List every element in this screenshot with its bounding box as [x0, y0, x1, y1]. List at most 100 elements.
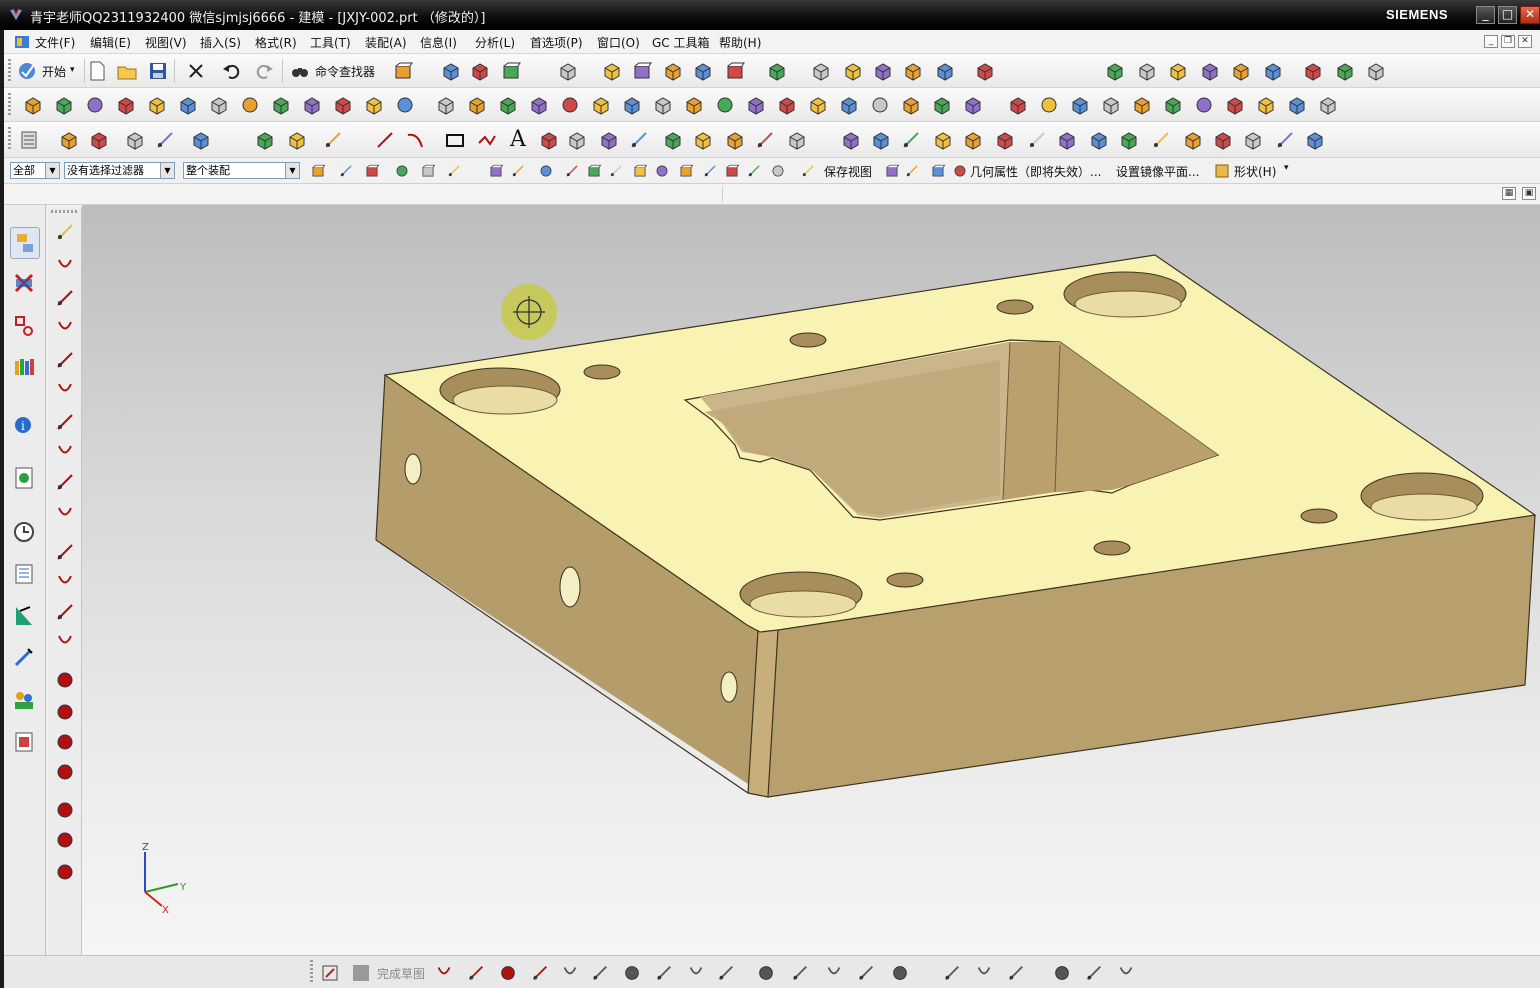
standard-tool-icon[interactable]: [601, 60, 623, 82]
surface-tool-icon[interactable]: [538, 129, 560, 151]
text-icon[interactable]: A: [510, 127, 526, 152]
selection-tool-icon[interactable]: [446, 163, 462, 179]
feature-tool-icon[interactable]: [652, 94, 674, 116]
sketch-tool-icon[interactable]: [622, 963, 642, 983]
sketch-curve-icon[interactable]: [54, 471, 76, 493]
maximize-button[interactable]: □: [1498, 6, 1517, 24]
selection-tool-icon[interactable]: [394, 163, 410, 179]
selection-tool-icon[interactable]: [338, 163, 354, 179]
standard-tool-icon[interactable]: [1262, 60, 1284, 82]
sketch-curve-icon[interactable]: [54, 571, 76, 593]
surface-tool-icon[interactable]: [1242, 129, 1264, 151]
feature-tool-icon[interactable]: [714, 94, 736, 116]
feature-tool-icon[interactable]: [466, 94, 488, 116]
selection-tool-icon[interactable]: [702, 163, 718, 179]
nx-app-icon[interactable]: [8, 7, 24, 23]
menu-help[interactable]: 帮助(H): [719, 34, 761, 51]
feature-tool-icon[interactable]: [1193, 94, 1215, 116]
process-studio-tab[interactable]: [10, 601, 40, 633]
sketch-curve-icon[interactable]: [54, 317, 76, 339]
menu-analysis[interactable]: 分析(L): [475, 34, 515, 51]
graphics-window[interactable]: Z Y X: [82, 205, 1540, 955]
roles-tab[interactable]: [10, 685, 40, 717]
standard-tool-icon[interactable]: [1365, 60, 1387, 82]
surface-tool-icon[interactable]: [322, 129, 344, 151]
surface-tool-icon[interactable]: [88, 129, 110, 151]
surface-tool-icon[interactable]: [870, 129, 892, 151]
cut-icon[interactable]: [185, 60, 207, 82]
new-icon[interactable]: [86, 60, 108, 82]
feature-tool-icon[interactable]: [1069, 94, 1091, 116]
surface-tool-icon[interactable]: [566, 129, 588, 151]
standard-tool-icon[interactable]: [1230, 60, 1252, 82]
sketch-tool-icon[interactable]: [856, 963, 876, 983]
selection-tool-icon[interactable]: [310, 163, 326, 179]
toolbar-grip[interactable]: [51, 210, 79, 213]
fullscreen-button[interactable]: ▣: [1522, 187, 1536, 200]
standard-tool-icon[interactable]: [724, 60, 746, 82]
surface-tool-icon[interactable]: [662, 129, 684, 151]
standard-tool-icon[interactable]: [392, 60, 414, 82]
menu-edit[interactable]: 编辑(E): [90, 34, 131, 51]
standard-tool-icon[interactable]: [500, 60, 522, 82]
sketch-curve-icon[interactable]: [54, 349, 76, 371]
start-icon[interactable]: [16, 60, 38, 82]
sketch-icon[interactable]: [320, 963, 340, 983]
feature-tool-icon[interactable]: [962, 94, 984, 116]
reuse-library-tab[interactable]: [10, 353, 40, 385]
sketch-curve-icon[interactable]: [54, 601, 76, 623]
sketch-tool-icon[interactable]: [1084, 963, 1104, 983]
sketch-curve-icon[interactable]: [54, 861, 76, 883]
binoculars-icon[interactable]: [289, 60, 311, 82]
toolbar-grip[interactable]: [8, 59, 11, 83]
standard-tool-icon[interactable]: [557, 60, 579, 82]
feature-tool-icon[interactable]: [1286, 94, 1308, 116]
sketch-tool-icon[interactable]: [498, 963, 518, 983]
standard-tool-icon[interactable]: [1104, 60, 1126, 82]
feature-tool-icon[interactable]: [435, 94, 457, 116]
sketch-tool-icon[interactable]: [1006, 963, 1026, 983]
open-icon[interactable]: [116, 60, 138, 82]
redo-icon[interactable]: [253, 60, 275, 82]
standard-tool-icon[interactable]: [842, 60, 864, 82]
feature-tool-icon[interactable]: [239, 94, 261, 116]
menu-information[interactable]: 信息(I): [420, 34, 457, 51]
manufacturing-wizards-tab[interactable]: [10, 643, 40, 675]
feature-tool-icon[interactable]: [1255, 94, 1277, 116]
selection-tool-icon[interactable]: [538, 163, 554, 179]
feature-tool-icon[interactable]: [528, 94, 550, 116]
feature-tool-icon[interactable]: [53, 94, 75, 116]
history-tab[interactable]: [10, 463, 40, 495]
surface-tool-icon[interactable]: [994, 129, 1016, 151]
surface-tool-icon[interactable]: [932, 129, 954, 151]
standard-tool-icon[interactable]: [974, 60, 996, 82]
menu-preferences[interactable]: 首选项(P): [530, 34, 583, 51]
sketch-tool-icon[interactable]: [590, 963, 610, 983]
set-mirror-plane-button[interactable]: 设置镜像平面...: [1116, 163, 1199, 180]
rectangle-icon[interactable]: [444, 129, 466, 151]
feature-tool-icon[interactable]: [559, 94, 581, 116]
sketch-tool-icon[interactable]: [560, 963, 580, 983]
sketch-curve-icon[interactable]: [54, 541, 76, 563]
standard-tool-icon[interactable]: [766, 60, 788, 82]
sketch-curve-icon[interactable]: [54, 503, 76, 525]
selection-tool-icon[interactable]: [608, 163, 624, 179]
feature-tool-icon[interactable]: [745, 94, 767, 116]
system-scenes-tab[interactable]: [10, 727, 40, 759]
selection-tool-icon[interactable]: [952, 163, 968, 179]
sketch-tool-icon[interactable]: [530, 963, 550, 983]
selection-tool-icon[interactable]: [884, 163, 900, 179]
part-navigator-tab[interactable]: [10, 311, 40, 343]
surface-tool-icon[interactable]: [124, 129, 146, 151]
selection-scope-select[interactable]: 全部 ▼: [10, 162, 60, 179]
standard-tool-icon[interactable]: [662, 60, 684, 82]
sketch-curve-icon[interactable]: [54, 669, 76, 691]
selection-tool-icon[interactable]: [510, 163, 526, 179]
finish-sketch-icon[interactable]: [351, 963, 371, 983]
standard-tool-icon[interactable]: [1167, 60, 1189, 82]
standard-tool-icon[interactable]: [1334, 60, 1356, 82]
feature-tool-icon[interactable]: [621, 94, 643, 116]
feature-tool-icon[interactable]: [177, 94, 199, 116]
selection-tool-icon[interactable]: [724, 163, 740, 179]
feature-tool-icon[interactable]: [22, 94, 44, 116]
